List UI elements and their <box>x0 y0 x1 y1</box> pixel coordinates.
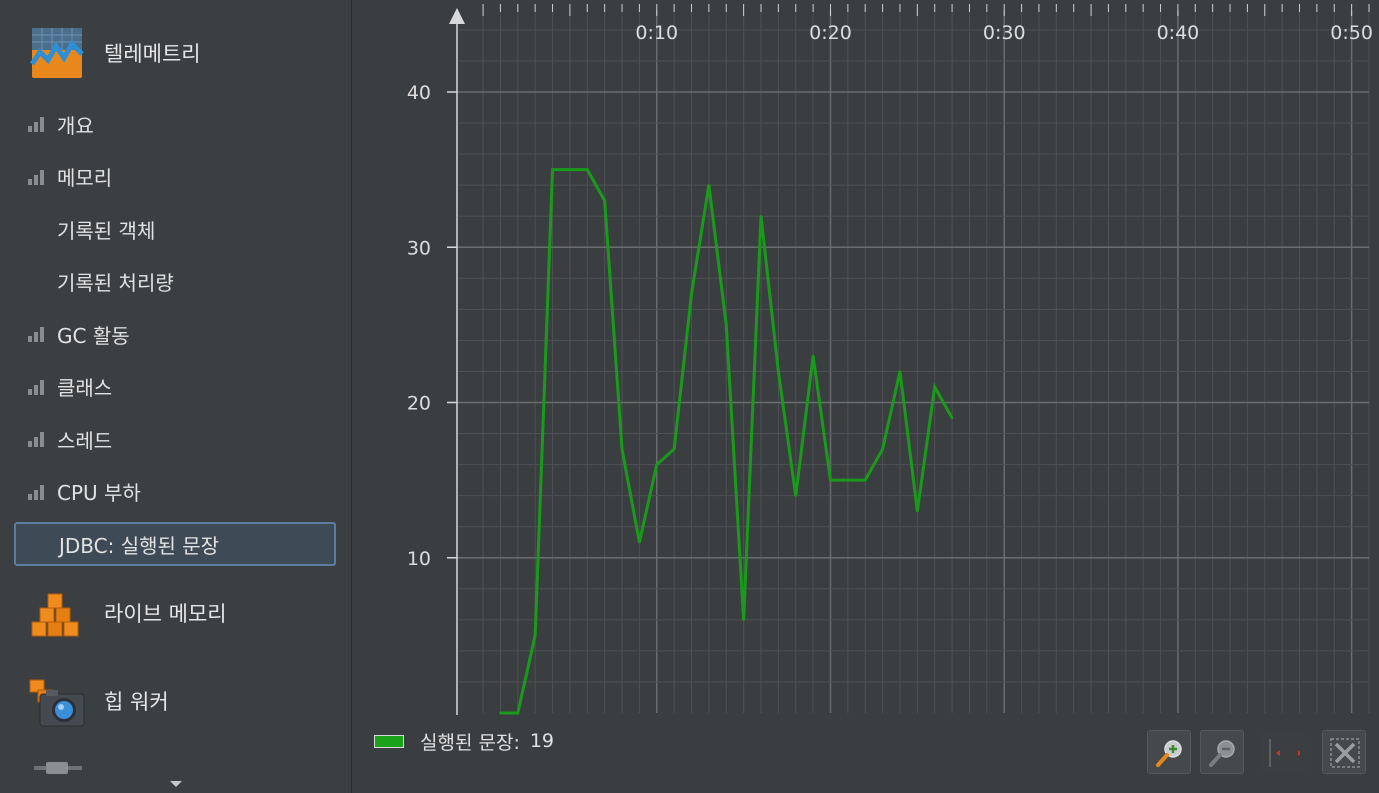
data-point <box>811 354 815 358</box>
sidebar-item[interactable]: 개요 <box>14 102 336 146</box>
bar-chart-icon <box>28 169 46 185</box>
sidebar-item-label: 메모리 <box>57 166 113 190</box>
zoom-in-icon <box>1156 740 1182 767</box>
y-tick-label: 30 <box>407 237 431 259</box>
reset-zoom-button[interactable] <box>1322 730 1366 774</box>
data-point <box>864 478 867 482</box>
reset-zoom-icon <box>1330 738 1360 768</box>
x-tick-label: 0:30 <box>983 22 1026 44</box>
zoom-in-button[interactable] <box>1147 730 1191 774</box>
data-point <box>586 168 589 171</box>
data-point <box>690 292 693 296</box>
telemetry-label: 텔레메트리 <box>104 42 201 66</box>
data-point <box>916 509 919 513</box>
sidebar-item[interactable]: 메모리 <box>14 155 336 199</box>
sidebar-item-label: 클래스 <box>57 376 113 400</box>
bar-chart-icon <box>28 432 44 447</box>
connector-icon[interactable] <box>34 760 82 776</box>
zoom-out-icon <box>1209 740 1235 767</box>
data-point <box>742 618 745 622</box>
x-tick-label: 0:10 <box>635 22 678 44</box>
line-chart[interactable]: 10 20 30 40 0:10 0:20 0:30 0:40 0:50 <box>352 0 1379 793</box>
bar-chart-icon <box>28 431 46 447</box>
sidebar-item[interactable]: CPU 부하 <box>14 470 336 514</box>
data-point <box>933 385 936 389</box>
y-tick-label: 40 <box>407 82 431 104</box>
telemetry-chart-icon <box>29 28 84 78</box>
sidebar-item-label: 개요 <box>57 113 94 138</box>
data-point <box>672 447 676 451</box>
y-axis-arrow-icon <box>449 8 465 24</box>
data-point <box>950 416 954 420</box>
data-point <box>777 370 780 373</box>
bar-chart-icon <box>28 169 44 185</box>
sidebar-item[interactable]: 스레드 <box>14 417 336 461</box>
data-point <box>499 711 502 715</box>
x-tick-label: 0:40 <box>1157 22 1200 44</box>
data-point <box>516 711 519 715</box>
data-point <box>794 494 797 497</box>
sidebar-item[interactable]: 클래스 <box>14 365 336 409</box>
data-point <box>568 168 572 171</box>
legend-series-name: 실행된 문장: <box>420 731 520 754</box>
bar-chart-icon <box>28 116 46 132</box>
heap-walker-label: 힙 워커 <box>104 690 169 714</box>
data-point <box>707 183 711 187</box>
y-tick-label: 20 <box>407 393 431 415</box>
sidebar-item[interactable]: 기록된 객체 <box>14 207 336 251</box>
legend-current-value: 19 <box>529 730 555 752</box>
data-point <box>655 463 658 466</box>
x-tick-label: 0:50 <box>1330 22 1373 44</box>
data-point <box>551 168 554 171</box>
chart-panel: 10 20 30 40 0:10 0:20 0:30 0:40 0:50 실행된 문장: 19 <box>352 0 1379 793</box>
bar-chart-icon <box>28 327 44 342</box>
zoom-out-button[interactable] <box>1200 730 1244 774</box>
chart-legend: 실행된 문장: 19 <box>374 727 554 755</box>
chart-grid <box>457 10 1370 713</box>
bar-chart-icon <box>28 379 44 395</box>
sidebar-item-label: CPU 부하 <box>57 481 141 505</box>
cubes-icon <box>31 593 79 637</box>
telemetry-section[interactable]: 텔레메트리 <box>0 18 351 88</box>
bar-chart-icon <box>28 326 46 342</box>
data-point <box>725 323 728 327</box>
live-memory-label: 라이브 메모리 <box>104 602 227 626</box>
data-point <box>603 199 606 202</box>
data-point <box>533 634 537 637</box>
bar-chart-icon <box>28 379 46 395</box>
x-tick-label: 0:20 <box>809 22 852 44</box>
data-point <box>638 541 641 544</box>
fit-width-icon <box>1269 739 1300 767</box>
sidebar-item-label: 스레드 <box>57 428 113 453</box>
bar-chart-icon <box>28 117 44 132</box>
sidebar-item[interactable]: JDBC: 실행된 문장 <box>14 522 336 566</box>
fit-width-button[interactable] <box>1261 730 1305 774</box>
legend-swatch <box>374 734 404 748</box>
sidebar-item[interactable]: 기록된 처리량 <box>14 260 336 304</box>
sidebar: 텔레메트리 개요메모리기록된 객체기록된 처리량 GC 활동클래스스레드 CPU 부… <box>0 0 352 793</box>
sidebar-item-label: 기록된 객체 <box>57 218 156 243</box>
sidebar-item-label: GC 활동 <box>57 323 130 348</box>
camera-icon <box>29 679 85 727</box>
data-point <box>881 447 884 451</box>
scroll-down-icon[interactable] <box>170 781 182 789</box>
y-tick-label: 10 <box>407 548 431 570</box>
bar-chart-icon <box>28 484 46 500</box>
data-point <box>898 370 902 373</box>
data-point <box>759 215 763 218</box>
heap-walker-section[interactable]: 힙 워커 <box>0 666 351 736</box>
data-point <box>620 447 624 451</box>
sidebar-item-label: JDBC: 실행된 문장 <box>59 533 220 558</box>
data-point <box>846 478 850 482</box>
sidebar-item-label: 기록된 처리량 <box>57 271 174 295</box>
data-point <box>829 478 832 482</box>
plot-edge <box>1373 0 1379 723</box>
sidebar-item[interactable]: GC 활동 <box>14 312 336 356</box>
live-memory-section[interactable]: 라이브 메모리 <box>0 578 351 648</box>
bar-chart-icon <box>28 484 44 500</box>
